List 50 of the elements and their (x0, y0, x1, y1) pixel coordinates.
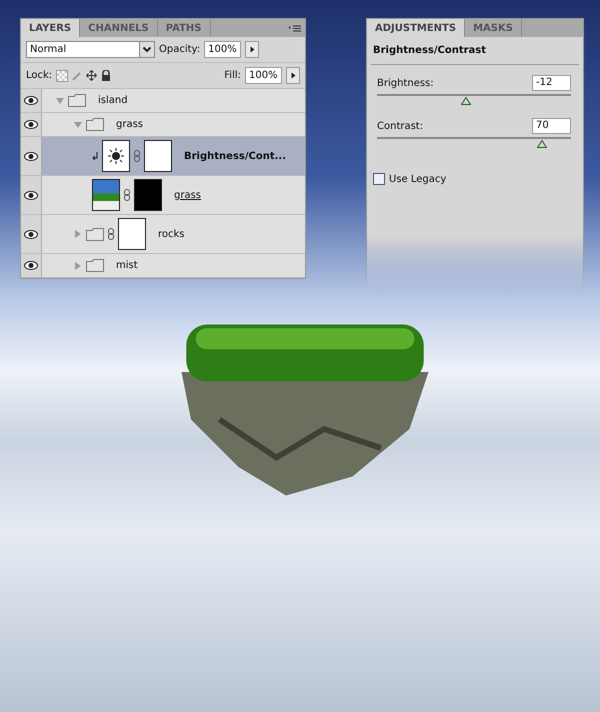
layer-name: mist (115, 260, 138, 271)
adjustment-title: Brightness/Contrast (371, 37, 579, 65)
link-icon[interactable] (108, 228, 114, 240)
eye-icon[interactable] (24, 230, 38, 238)
layer-row[interactable]: island (21, 89, 305, 113)
mask-thumbnail (144, 140, 172, 172)
opacity-field[interactable]: 100% (204, 41, 242, 58)
menu-icon[interactable] (289, 24, 301, 32)
eye-icon[interactable] (24, 190, 38, 200)
blend-mode-dropdown[interactable]: Normal (26, 41, 155, 58)
layer-name: island (97, 95, 128, 106)
link-icon[interactable] (124, 189, 130, 201)
slider-label: Contrast: (377, 120, 424, 132)
folder-icon (86, 118, 104, 131)
opacity-label: Opacity: (159, 44, 200, 55)
mask-thumbnail (134, 179, 162, 211)
layer-row[interactable]: Brightness/Cont... (21, 137, 305, 176)
move-icon[interactable] (86, 70, 98, 81)
value-field[interactable]: 70 (532, 118, 571, 134)
eye-icon[interactable] (24, 120, 38, 129)
layer-name: grass (173, 190, 202, 200)
layer-name: Brightness/Cont... (183, 150, 286, 162)
eye-icon[interactable] (24, 261, 38, 270)
folder-icon (86, 228, 104, 240)
fill-field[interactable]: 100% (245, 67, 282, 84)
checkbox[interactable] (373, 173, 385, 185)
brightness-icon (108, 148, 124, 164)
link-icon[interactable] (134, 150, 140, 162)
lock-label: Lock: (26, 70, 52, 81)
layer-row[interactable]: mist (21, 254, 305, 278)
panel-tab[interactable]: ADJUSTMENTS (367, 19, 466, 37)
folder-icon (86, 259, 104, 272)
layer-row[interactable]: grass (21, 176, 305, 215)
fill-label: Fill: (224, 70, 241, 81)
eye-icon[interactable] (24, 96, 38, 105)
slider-label: Brightness: (377, 78, 434, 88)
chevron-down-icon (139, 42, 154, 57)
checkbox-label: Use Legacy (389, 174, 446, 184)
folder-icon (68, 94, 86, 107)
mask-thumbnail (118, 218, 146, 250)
image-thumbnail (92, 179, 120, 211)
checkerboard-icon[interactable] (56, 70, 68, 82)
eye-icon[interactable] (24, 152, 38, 160)
layer-name: rocks (157, 228, 185, 240)
lock-icon[interactable] (101, 70, 112, 81)
layer-row[interactable]: rocks (21, 215, 305, 254)
value-field[interactable]: -12 (532, 75, 571, 91)
clip-arrow-icon (92, 152, 98, 160)
panel-tab[interactable]: LAYERS (21, 19, 80, 37)
layer-name: grass (115, 119, 144, 130)
